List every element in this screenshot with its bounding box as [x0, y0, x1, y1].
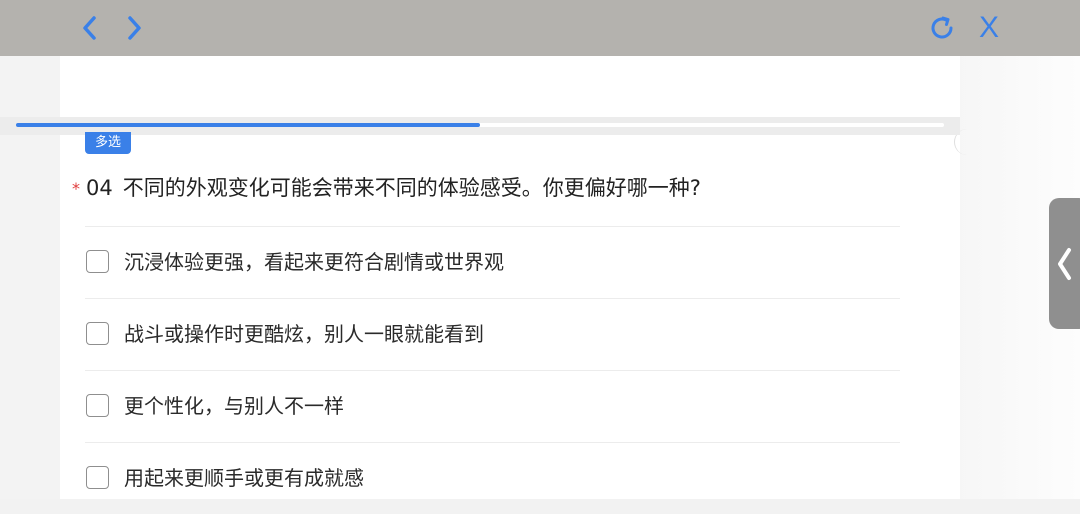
option-label: 战斗或操作时更酷炫，别人一眼就能看到	[124, 322, 484, 346]
back-button[interactable]	[71, 8, 107, 48]
progress-track	[16, 123, 944, 127]
browser-toolbar: X	[0, 0, 1080, 56]
chevron-right-icon	[128, 16, 141, 40]
option-checkbox[interactable]	[86, 394, 109, 417]
option-item[interactable]: 用起来更顺手或更有成就感	[85, 442, 900, 514]
multi-select-badge: 多选	[85, 132, 132, 154]
option-checkbox[interactable]	[86, 250, 109, 273]
forward-button[interactable]	[117, 8, 153, 48]
refresh-button[interactable]	[924, 8, 960, 48]
option-label: 用起来更顺手或更有成就感	[124, 466, 364, 490]
option-label: 更个性化，与别人不一样	[124, 394, 344, 418]
option-item[interactable]: 战斗或操作时更酷炫，别人一眼就能看到	[85, 298, 900, 370]
chevron-left-icon	[1058, 247, 1071, 280]
option-list: 沉浸体验更强，看起来更符合剧情或世界观 战斗或操作时更酷炫，别人一眼就能看到 更…	[85, 226, 900, 514]
option-checkbox[interactable]	[86, 466, 109, 489]
chevron-left-icon	[83, 16, 96, 40]
progress-fill	[16, 123, 480, 127]
survey-progress	[0, 117, 960, 135]
side-panel-toggle[interactable]	[1049, 198, 1080, 329]
option-label: 沉浸体验更强，看起来更符合剧情或世界观	[124, 250, 504, 274]
close-button[interactable]: X	[971, 8, 1007, 48]
option-item[interactable]: 更个性化，与别人不一样	[85, 370, 900, 442]
option-checkbox[interactable]	[86, 322, 109, 345]
question-title: * 04 不同的外观变化可能会带来不同的体验感受。你更偏好哪一种?	[72, 173, 701, 205]
option-item[interactable]: 沉浸体验更强，看起来更符合剧情或世界观	[85, 226, 900, 298]
close-icon: X	[978, 11, 999, 44]
question-text: 不同的外观变化可能会带来不同的体验感受。你更偏好哪一种?	[122, 176, 701, 200]
question-number: 04	[86, 176, 113, 200]
question-card: 多选 * 04 不同的外观变化可能会带来不同的体验感受。你更偏好哪一种? 沉浸体验更…	[60, 132, 900, 499]
refresh-icon	[931, 16, 953, 39]
required-mark: *	[72, 179, 80, 198]
